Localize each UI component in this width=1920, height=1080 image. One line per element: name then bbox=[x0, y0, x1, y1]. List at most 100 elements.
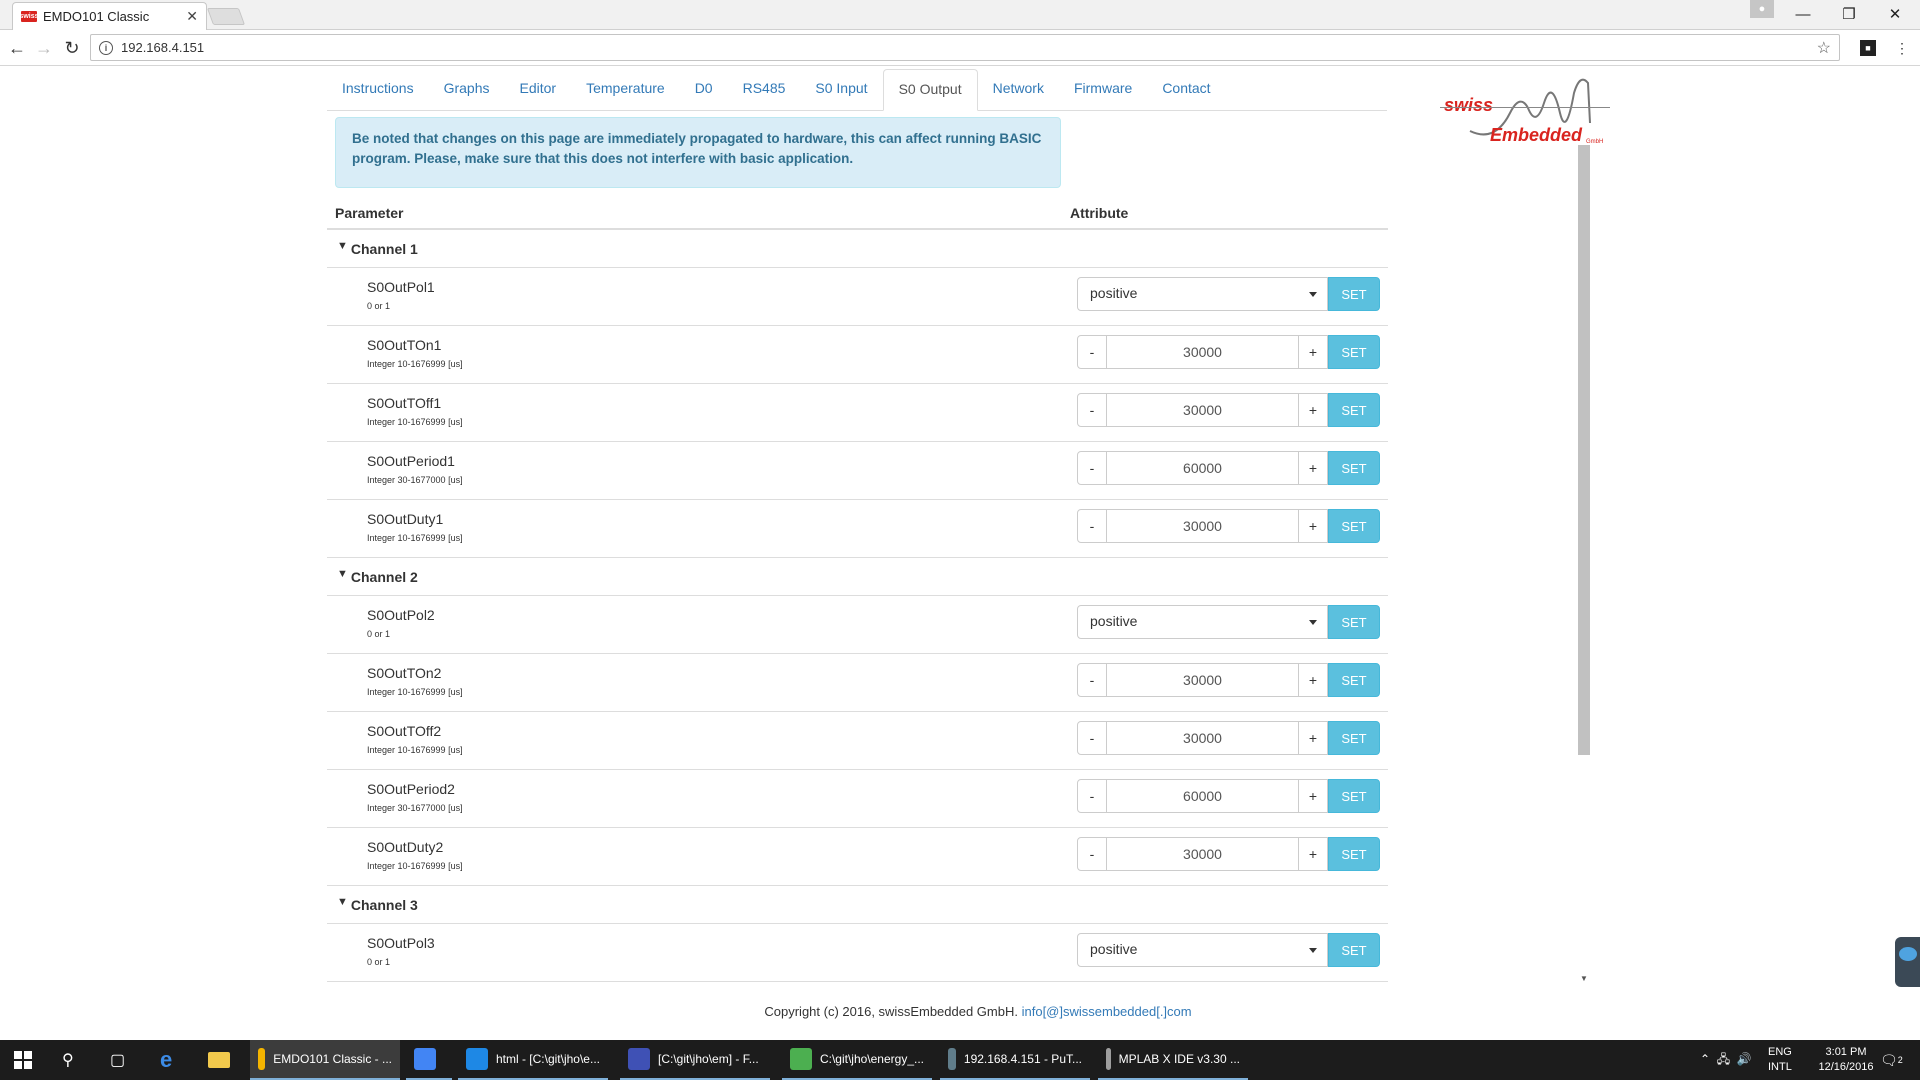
webstorm-icon bbox=[466, 1048, 488, 1070]
extension-icon[interactable]: ■ bbox=[1860, 40, 1876, 56]
footer-email-link[interactable]: info[@]swissembedded[.]com bbox=[1022, 1004, 1192, 1019]
taskbar-app[interactable]: MPLAB X IDE v3.30 ... bbox=[1098, 1040, 1248, 1080]
set-button[interactable]: SET bbox=[1328, 837, 1380, 871]
value-stepper: -30000 + bbox=[1077, 509, 1328, 543]
set-button[interactable]: SET bbox=[1328, 451, 1380, 485]
close-window-button[interactable]: ✕ bbox=[1872, 0, 1918, 28]
scrollbar-thumb[interactable] bbox=[1578, 145, 1590, 755]
edge-icon[interactable]: e bbox=[160, 1040, 172, 1080]
increment-button[interactable]: + bbox=[1298, 721, 1328, 755]
increment-button[interactable]: + bbox=[1298, 663, 1328, 697]
tab-d0[interactable]: D0 bbox=[680, 69, 728, 111]
menu-dots-icon[interactable]: ⋮ bbox=[1892, 38, 1912, 58]
windows-start-icon[interactable] bbox=[14, 1040, 32, 1080]
value-input[interactable]: 30000 bbox=[1107, 663, 1298, 697]
tab-instructions[interactable]: Instructions bbox=[327, 69, 429, 111]
increment-button[interactable]: + bbox=[1298, 837, 1328, 871]
info-icon[interactable]: i bbox=[99, 40, 113, 55]
collapse-caret-icon[interactable]: ▼ bbox=[337, 896, 348, 908]
lang-variant: INTL bbox=[1768, 1061, 1792, 1073]
collapse-caret-icon[interactable]: ▼ bbox=[337, 568, 348, 580]
address-bar[interactable]: i 192.168.4.151 ☆ bbox=[90, 34, 1840, 61]
table-row: S0OutPeriod2 Integer 30-1677000 [us] -6000… bbox=[327, 770, 1388, 828]
forward-arrow-icon[interactable]: → bbox=[32, 36, 56, 60]
set-button[interactable]: SET bbox=[1328, 779, 1380, 813]
polarity-select[interactable]: positive bbox=[1077, 933, 1328, 967]
parameter-table: Parameter Attribute ▼ Channel 1 S0OutPol1 0… bbox=[327, 192, 1388, 982]
set-button[interactable]: SET bbox=[1328, 393, 1380, 427]
mplab-icon bbox=[1106, 1048, 1111, 1070]
taskbar-app[interactable]: html - [C:\git\jho\e... bbox=[458, 1040, 608, 1080]
increment-button[interactable]: + bbox=[1298, 393, 1328, 427]
taskbar-app-label: html - [C:\git\jho\e... bbox=[495, 1052, 600, 1066]
decrement-button[interactable]: - bbox=[1077, 393, 1107, 427]
set-button[interactable]: SET bbox=[1328, 509, 1380, 543]
set-button[interactable]: SET bbox=[1328, 721, 1380, 755]
value-input[interactable]: 60000 bbox=[1107, 451, 1298, 485]
new-tab-button[interactable] bbox=[206, 8, 246, 25]
decrement-button[interactable]: - bbox=[1077, 779, 1107, 813]
taskbar-app[interactable]: [C:\git\jho\em] - F... bbox=[620, 1040, 770, 1080]
set-button[interactable]: SET bbox=[1328, 277, 1380, 311]
restore-button[interactable]: ❐ bbox=[1826, 0, 1872, 28]
value-input[interactable]: 30000 bbox=[1107, 335, 1298, 369]
search-icon[interactable]: ⚲ bbox=[62, 1040, 74, 1080]
value-input[interactable]: 30000 bbox=[1107, 393, 1298, 427]
parameter-name: S0OutTOn1 bbox=[367, 337, 442, 353]
taskbar-app[interactable]: EMDO101 Classic - ... bbox=[250, 1040, 400, 1080]
value-input[interactable]: 30000 bbox=[1107, 721, 1298, 755]
decrement-button[interactable]: - bbox=[1077, 663, 1107, 697]
decrement-button[interactable]: - bbox=[1077, 509, 1107, 543]
back-arrow-icon[interactable]: ← bbox=[5, 36, 29, 60]
scroll-down-icon[interactable]: ▼ bbox=[1578, 974, 1590, 988]
browser-tab[interactable]: swiss EMDO101 Classic ✕ bbox=[12, 2, 207, 30]
polarity-select[interactable]: positive bbox=[1077, 605, 1328, 639]
increment-button[interactable]: + bbox=[1298, 779, 1328, 813]
collapse-caret-icon[interactable]: ▼ bbox=[337, 240, 348, 252]
tab-network[interactable]: Network bbox=[978, 69, 1059, 111]
chrome-canary-icon bbox=[258, 1048, 266, 1070]
value-input[interactable]: 30000 bbox=[1107, 837, 1298, 871]
decrement-button[interactable]: - bbox=[1077, 451, 1107, 485]
set-button[interactable]: SET bbox=[1328, 663, 1380, 697]
bookmark-star-icon[interactable]: ☆ bbox=[1817, 38, 1831, 58]
set-button[interactable]: SET bbox=[1328, 933, 1380, 967]
tab-editor[interactable]: Editor bbox=[505, 69, 572, 111]
value-input[interactable]: 30000 bbox=[1107, 509, 1298, 543]
taskbar-app[interactable]: C:\git\jho\energy_... bbox=[782, 1040, 932, 1080]
polarity-select[interactable]: positive bbox=[1077, 277, 1328, 311]
taskbar-app[interactable]: 192.168.4.151 - PuT... bbox=[940, 1040, 1090, 1080]
decrement-button[interactable]: - bbox=[1077, 335, 1107, 369]
language-indicator[interactable]: ENG INTL bbox=[1768, 1040, 1792, 1080]
decrement-button[interactable]: - bbox=[1077, 721, 1107, 755]
channel-header[interactable]: ▼ Channel 1 bbox=[327, 230, 1388, 268]
parameter-name: S0OutPol2 bbox=[367, 607, 435, 623]
tab-close-icon[interactable]: ✕ bbox=[186, 8, 198, 25]
tab-temperature[interactable]: Temperature bbox=[571, 69, 680, 111]
channel-header[interactable]: ▼ Channel 3 bbox=[327, 886, 1388, 924]
tab-contact[interactable]: Contact bbox=[1147, 69, 1225, 111]
value-input[interactable]: 60000 bbox=[1107, 779, 1298, 813]
clock[interactable]: 3:01 PM 12/16/2016 bbox=[1805, 1040, 1887, 1080]
minimize-button[interactable]: — bbox=[1780, 0, 1826, 28]
remote-support-widget[interactable] bbox=[1895, 937, 1920, 987]
tab-rs485[interactable]: RS485 bbox=[728, 69, 801, 111]
set-button[interactable]: SET bbox=[1328, 335, 1380, 369]
taskbar-app[interactable] bbox=[406, 1040, 452, 1080]
tab-s0-output[interactable]: S0 Output bbox=[882, 69, 978, 111]
notification-center-icon[interactable]: 🗨 2 bbox=[1880, 1040, 1903, 1080]
decrement-button[interactable]: - bbox=[1077, 837, 1107, 871]
increment-button[interactable]: + bbox=[1298, 509, 1328, 543]
profile-icon[interactable]: ● bbox=[1750, 0, 1774, 18]
task-view-icon[interactable]: ▢ bbox=[110, 1040, 125, 1080]
file-explorer-icon[interactable] bbox=[208, 1040, 230, 1080]
reload-icon[interactable]: ↻ bbox=[60, 36, 84, 60]
increment-button[interactable]: + bbox=[1298, 335, 1328, 369]
channel-header[interactable]: ▼ Channel 2 bbox=[327, 558, 1388, 596]
tab-graphs[interactable]: Graphs bbox=[429, 69, 505, 111]
set-button[interactable]: SET bbox=[1328, 605, 1380, 639]
tab-s0-input[interactable]: S0 Input bbox=[800, 69, 882, 111]
tray-icons[interactable]: ⌃ 🖧 🔊 bbox=[1700, 1040, 1752, 1080]
tab-firmware[interactable]: Firmware bbox=[1059, 69, 1147, 111]
increment-button[interactable]: + bbox=[1298, 451, 1328, 485]
